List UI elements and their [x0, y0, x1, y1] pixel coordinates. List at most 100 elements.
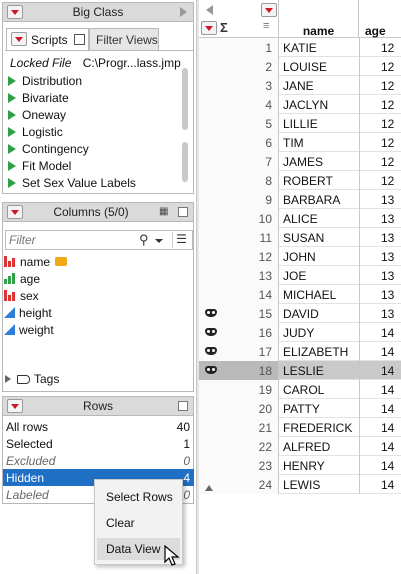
script-item[interactable]: Fit Model [8, 157, 178, 174]
cell-age[interactable]: 12 [381, 41, 394, 55]
table-row[interactable]: 21 FREDERICK 14 [199, 418, 401, 437]
cell-age[interactable]: 14 [381, 440, 394, 454]
play-icon[interactable] [8, 126, 16, 137]
cell-name[interactable]: MICHAEL [283, 288, 336, 302]
cell-name[interactable]: LOUISE [283, 60, 327, 74]
menu-item-clear[interactable]: Clear [97, 512, 180, 534]
table-row[interactable]: 2 LOUISE 12 [199, 57, 401, 76]
cell-age[interactable]: 13 [381, 250, 394, 264]
row-header[interactable]: 6 [199, 133, 279, 152]
play-icon[interactable] [8, 109, 16, 120]
cell-age[interactable]: 12 [381, 79, 394, 93]
cell-name[interactable]: SUSAN [283, 231, 324, 245]
column-item-name[interactable]: name [4, 253, 68, 270]
row-header[interactable]: 11 [199, 228, 279, 247]
cell-age[interactable]: 12 [381, 174, 394, 188]
cell-age[interactable]: 12 [381, 136, 394, 150]
column-props-icon[interactable]: ≡ [263, 20, 269, 32]
scripts-hot-triangle-icon[interactable] [11, 32, 27, 46]
row-header[interactable]: 9 [199, 190, 279, 209]
row-header[interactable]: 19 [199, 380, 279, 399]
menu-item-select-rows[interactable]: Select Rows [97, 486, 180, 508]
script-item[interactable]: Set Sex Value Labels [8, 174, 178, 191]
cell-age[interactable]: 13 [381, 288, 394, 302]
cell-name[interactable]: TIM [283, 136, 304, 150]
table-row[interactable]: 24 LEWIS 14 [199, 475, 401, 494]
column-filter-input[interactable] [6, 231, 126, 249]
cell-name[interactable]: JUDY [283, 326, 314, 340]
cell-name[interactable]: JANE [283, 79, 314, 93]
play-icon[interactable] [8, 143, 16, 154]
columns-grid-icon[interactable]: ▦ [159, 206, 173, 218]
table-row[interactable]: 15 DAVID 13 [199, 304, 401, 323]
cell-age[interactable]: 14 [381, 478, 394, 492]
table-row[interactable]: 19 CAROL 14 [199, 380, 401, 399]
play-icon[interactable] [8, 177, 16, 188]
cell-name[interactable]: ALFRED [283, 440, 330, 454]
table-row[interactable]: 4 JACLYN 12 [199, 95, 401, 114]
filter-dropdown-icon[interactable] [155, 239, 163, 243]
table-row[interactable]: 8 ROBERT 12 [199, 171, 401, 190]
table-row[interactable]: 9 BARBARA 13 [199, 190, 401, 209]
scroll-up-arrow-icon[interactable] [205, 485, 213, 491]
column-header-name[interactable]: name [279, 0, 359, 38]
rows-close-box[interactable] [178, 401, 188, 411]
left-arrow-icon[interactable] [206, 5, 213, 15]
cell-name[interactable]: JOE [283, 269, 306, 283]
columns-menu-hot-triangle-icon[interactable] [261, 3, 277, 17]
columns-panel-header[interactable]: Columns (5/0) ▦ [2, 202, 194, 222]
table-row[interactable]: 1 KATIE 12 [199, 38, 401, 57]
rows-excluded[interactable]: Excluded 0 [3, 452, 194, 469]
tab-filter-views[interactable]: Filter Views [89, 28, 159, 50]
play-icon[interactable] [8, 75, 16, 86]
collapse-arrow-icon[interactable] [180, 7, 187, 17]
cell-name[interactable]: CAROL [283, 383, 324, 397]
search-icon[interactable]: ⚲ [139, 232, 149, 248]
table-row[interactable]: 14 MICHAEL 13 [199, 285, 401, 304]
table-panel-header[interactable]: Big Class [2, 2, 194, 22]
cell-age[interactable]: 13 [381, 193, 394, 207]
row-header[interactable]: 8 [199, 171, 279, 190]
row-header[interactable]: 17 [199, 342, 279, 361]
row-header[interactable]: 18 [199, 361, 279, 380]
row-header[interactable]: 12 [199, 247, 279, 266]
cell-age[interactable]: 13 [381, 212, 394, 226]
cell-name[interactable]: BARBARA [283, 193, 340, 207]
cell-name[interactable]: JOHN [283, 250, 316, 264]
cell-age[interactable]: 13 [381, 231, 394, 245]
cell-name[interactable]: PATTY [283, 402, 320, 416]
cell-name[interactable]: FREDERICK [283, 421, 352, 435]
cell-name[interactable]: ROBERT [283, 174, 333, 188]
cell-age[interactable]: 12 [381, 98, 394, 112]
cell-age[interactable]: 14 [381, 421, 394, 435]
table-row[interactable]: 5 LILLIE 12 [199, 114, 401, 133]
table-row[interactable]: 20 PATTY 14 [199, 399, 401, 418]
play-icon[interactable] [8, 92, 16, 103]
filter-options-icon[interactable]: ☰ [172, 232, 190, 248]
table-row[interactable]: 12 JOHN 13 [199, 247, 401, 266]
table-row[interactable]: 10 ALICE 13 [199, 209, 401, 228]
table-row[interactable]: 18 LESLIE 14 [199, 361, 401, 380]
cell-name[interactable]: ELIZABETH [283, 345, 348, 359]
cell-age[interactable]: 12 [381, 155, 394, 169]
row-header[interactable]: 2 [199, 57, 279, 76]
row-header[interactable]: 3 [199, 76, 279, 95]
cell-age[interactable]: 14 [381, 383, 394, 397]
cell-name[interactable]: LILLIE [283, 117, 318, 131]
script-item[interactable]: Distribution [8, 72, 178, 89]
tags-disclosure[interactable]: Tags [5, 371, 59, 387]
cell-age[interactable]: 14 [381, 364, 394, 378]
row-header[interactable]: 14 [199, 285, 279, 304]
row-header[interactable]: 5 [199, 114, 279, 133]
cell-name[interactable]: JAMES [283, 155, 323, 169]
row-header[interactable]: 22 [199, 437, 279, 456]
column-item-height[interactable]: height [4, 304, 52, 321]
row-header[interactable]: 13 [199, 266, 279, 285]
cell-name[interactable]: DAVID [283, 307, 319, 321]
row-header[interactable]: 20 [199, 399, 279, 418]
row-header[interactable]: 4 [199, 95, 279, 114]
cell-age[interactable]: 14 [381, 459, 394, 473]
row-header[interactable]: 15 [199, 304, 279, 323]
cell-age[interactable]: 12 [381, 117, 394, 131]
row-header[interactable]: 21 [199, 418, 279, 437]
